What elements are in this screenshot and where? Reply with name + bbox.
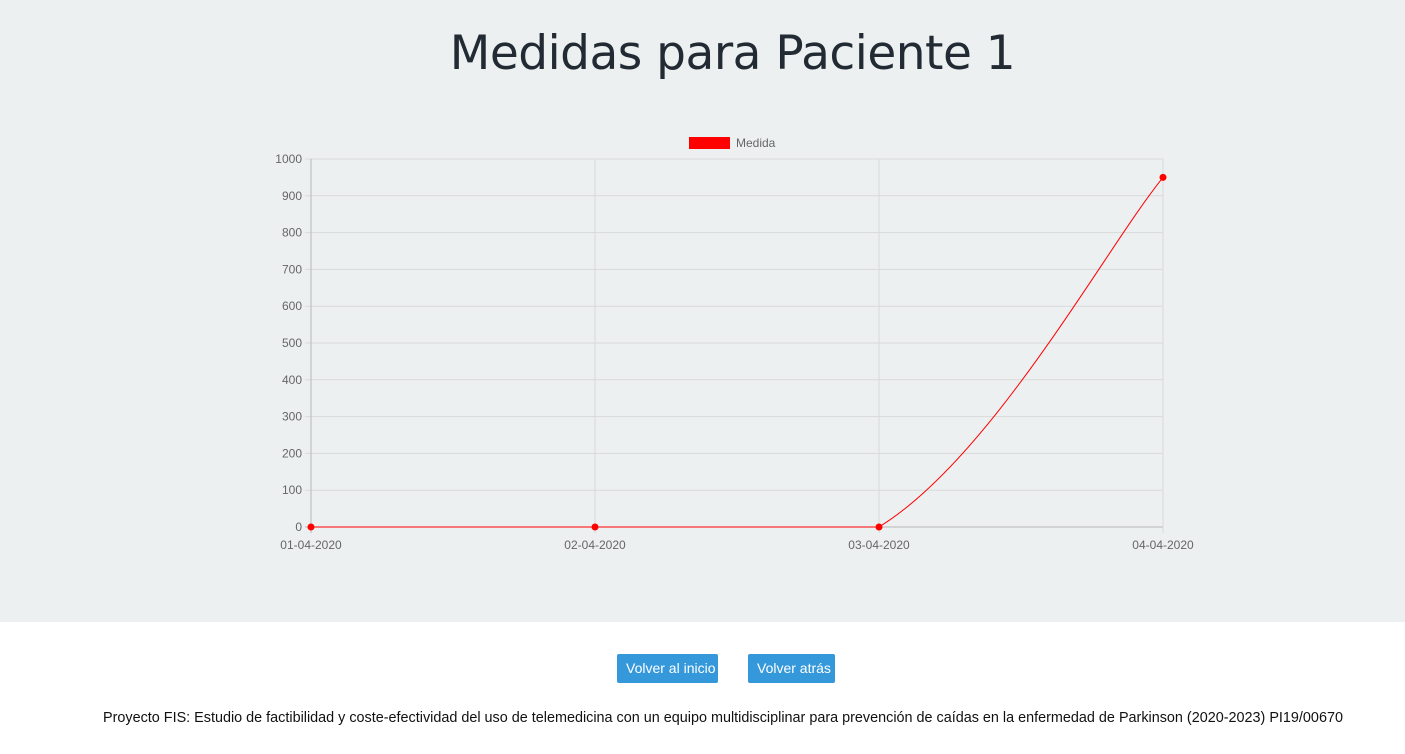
y-tick-label: 400 <box>282 373 302 387</box>
footer-project-text: Proyecto FIS: Estudio de factibilidad y … <box>103 710 1343 726</box>
measurements-chart: 0 100 200 300 400 500 600 700 800 900 1000 01-04-20… <box>275 136 1194 552</box>
y-tick-label: 0 <box>295 520 302 534</box>
y-tick-label: 700 <box>282 262 302 276</box>
y-tick-label: 500 <box>282 336 302 350</box>
data-point <box>875 523 883 531</box>
hero-section: Medidas para Paciente 1 0 100 200 300 400 500… <box>0 0 1405 622</box>
series-line-0 <box>311 177 1164 528</box>
data-point <box>591 523 599 531</box>
x-tick-label: 03-04-2020 <box>848 538 910 552</box>
data-point <box>307 523 315 531</box>
go-back-button[interactable]: Volver atrás <box>748 654 835 683</box>
legend-swatch <box>689 137 730 149</box>
y-tick-label: 800 <box>282 226 302 240</box>
back-to-home-button[interactable]: Volver al inicio <box>617 654 718 683</box>
y-tick-label: 300 <box>282 410 302 424</box>
legend-label: Medida <box>736 136 776 150</box>
x-tick-label: 01-04-2020 <box>280 538 342 552</box>
data-point <box>1159 173 1167 181</box>
y-tick-label: 600 <box>282 299 302 313</box>
y-tick-label: 900 <box>282 189 302 203</box>
y-tick-label: 200 <box>282 446 302 460</box>
y-tick-label: 100 <box>282 483 302 497</box>
y-tick-label: 1000 <box>275 152 302 166</box>
x-tick-label: 04-04-2020 <box>1132 538 1194 552</box>
x-tick-label: 02-04-2020 <box>564 538 626 552</box>
